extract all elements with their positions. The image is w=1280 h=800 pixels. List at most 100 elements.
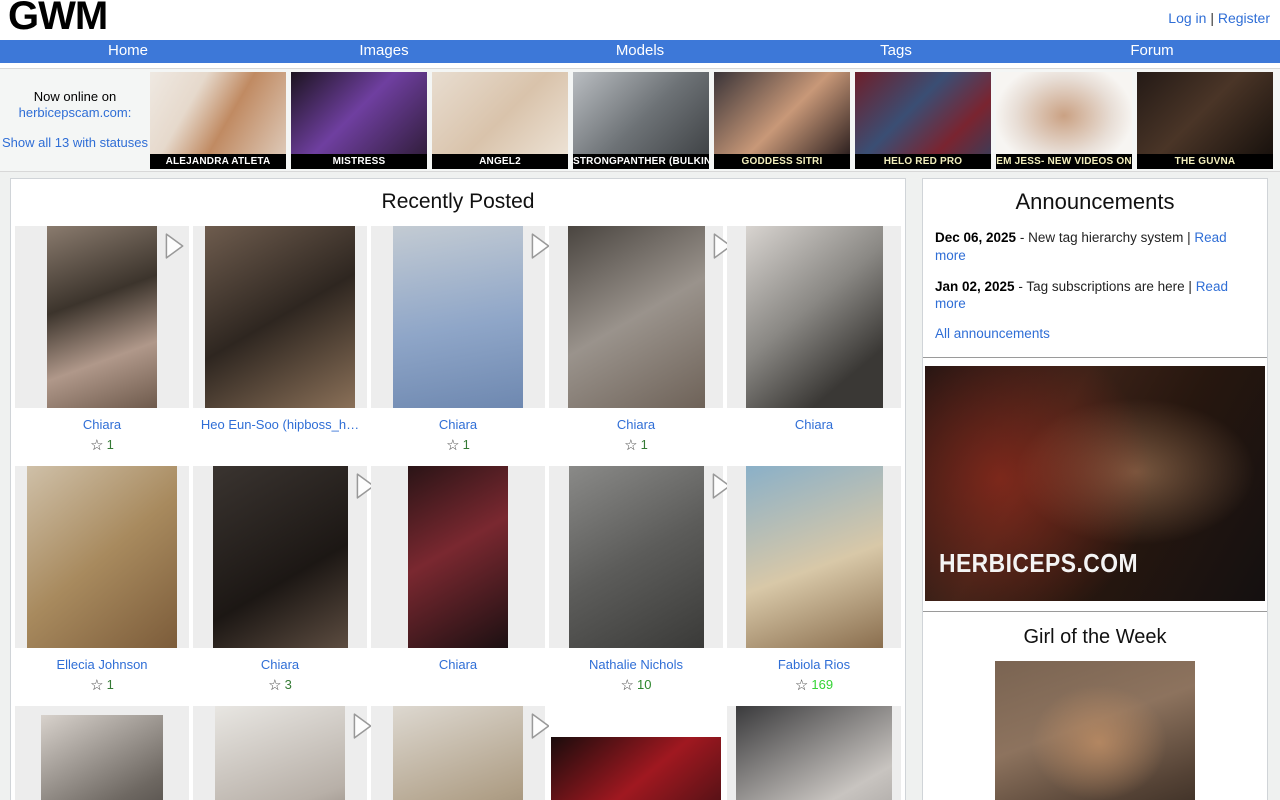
site-logo[interactable]: GWM bbox=[8, 0, 107, 39]
online-model-thumb[interactable]: GODDESS SITRI bbox=[714, 72, 850, 169]
post-card: Chiara ☆1 bbox=[547, 226, 725, 454]
online-model-thumb[interactable]: ALEJANDRA ATLETA bbox=[150, 72, 286, 169]
announcements-title: Announcements bbox=[923, 189, 1267, 215]
post-thumbnail[interactable] bbox=[549, 226, 723, 408]
star-icon: ☆ bbox=[268, 677, 281, 694]
post-thumbnail[interactable] bbox=[15, 226, 189, 408]
model-name-link[interactable]: Nathalie Nichols bbox=[547, 657, 725, 672]
post-image[interactable] bbox=[746, 466, 883, 648]
online-model-thumb[interactable]: EM JESS- NEW VIDEOS ON bbox=[996, 72, 1132, 169]
star-icon: ☆ bbox=[90, 437, 103, 454]
post-image[interactable] bbox=[393, 226, 523, 408]
post-thumbnail[interactable] bbox=[371, 706, 545, 800]
nav-images[interactable]: Images bbox=[256, 40, 512, 63]
post-card bbox=[369, 706, 547, 800]
post-thumbnail[interactable] bbox=[193, 226, 367, 408]
nav-forum[interactable]: Forum bbox=[1024, 40, 1280, 63]
post-thumbnail[interactable] bbox=[549, 706, 723, 800]
announcement-text: - Tag subscriptions are here | bbox=[1015, 279, 1196, 294]
star-rating[interactable]: ☆1 bbox=[13, 436, 191, 454]
nav-tags[interactable]: Tags bbox=[768, 40, 1024, 63]
post-image[interactable] bbox=[41, 715, 163, 800]
nav-models[interactable]: Models bbox=[512, 40, 768, 63]
post-image[interactable] bbox=[393, 706, 523, 800]
all-announcements-link[interactable]: All announcements bbox=[923, 326, 1267, 341]
post-thumbnail[interactable] bbox=[15, 706, 189, 800]
sidebar: Announcements Dec 06, 2025 - New tag hie… bbox=[922, 178, 1268, 800]
herbiceps-banner[interactable]: HERBICEPS.COM bbox=[925, 366, 1265, 601]
star-icon: ☆ bbox=[90, 677, 103, 694]
post-thumbnail[interactable] bbox=[549, 466, 723, 648]
auth-divider: | bbox=[1210, 10, 1214, 26]
star-rating[interactable]: ☆1 bbox=[369, 436, 547, 454]
star-count: 1 bbox=[463, 437, 470, 452]
star-count: 3 bbox=[285, 677, 292, 692]
post-image[interactable] bbox=[27, 466, 177, 648]
girl-of-the-week-title: Girl of the Week bbox=[923, 626, 1267, 649]
show-all-statuses-link[interactable]: Show all 13 with statuses bbox=[2, 135, 148, 150]
model-name-link[interactable]: Chiara bbox=[725, 417, 903, 432]
model-name-link[interactable]: Ellecia Johnson bbox=[13, 657, 191, 672]
post-image[interactable] bbox=[47, 226, 157, 408]
herbicepscam-link[interactable]: herbicepscam.com: bbox=[19, 105, 132, 120]
post-image[interactable] bbox=[746, 226, 883, 408]
post-image[interactable] bbox=[736, 706, 892, 800]
post-card: Ellecia Johnson ☆1 bbox=[13, 466, 191, 694]
online-model-name: EM JESS- NEW VIDEOS ON bbox=[996, 154, 1132, 169]
post-image[interactable] bbox=[408, 466, 508, 648]
post-thumbnail[interactable] bbox=[727, 226, 901, 408]
post-card: Chiara ☆1 bbox=[369, 226, 547, 454]
star-rating[interactable]: ☆10 bbox=[547, 676, 725, 694]
post-grid: Chiara ☆1 Heo Eun-Soo (hipboss_h… bbox=[11, 226, 905, 800]
site-header: GWM Log in | Register bbox=[0, 0, 1280, 40]
star-count: 169 bbox=[811, 677, 833, 692]
online-model-name: GODDESS SITRI bbox=[714, 154, 850, 169]
star-rating[interactable]: ☆169 bbox=[725, 676, 903, 694]
model-name-link[interactable]: Chiara bbox=[369, 657, 547, 672]
post-image[interactable] bbox=[568, 226, 705, 408]
recently-posted-title: Recently Posted bbox=[11, 190, 905, 214]
model-name-link[interactable]: Fabiola Rios bbox=[725, 657, 903, 672]
star-icon: ☆ bbox=[795, 677, 808, 694]
online-model-thumb[interactable]: HELO RED PRO bbox=[855, 72, 991, 169]
post-thumbnail[interactable] bbox=[371, 466, 545, 648]
post-thumbnail[interactable] bbox=[371, 226, 545, 408]
online-model-name: MISTRESS bbox=[291, 154, 427, 169]
recently-posted-panel: Recently Posted Chiara ☆1 bbox=[10, 178, 906, 800]
post-thumbnail[interactable] bbox=[727, 706, 901, 800]
model-name-link[interactable]: Chiara bbox=[191, 657, 369, 672]
star-count: 1 bbox=[107, 437, 114, 452]
post-thumbnail[interactable] bbox=[193, 706, 367, 800]
model-name-link[interactable]: Heo Eun-Soo (hipboss_h… bbox=[191, 417, 369, 432]
star-rating[interactable]: ☆3 bbox=[191, 676, 369, 694]
post-thumbnail[interactable] bbox=[727, 466, 901, 648]
online-model-thumb[interactable]: THE GUVNA bbox=[1137, 72, 1273, 169]
star-count: 1 bbox=[641, 437, 648, 452]
online-model-thumb[interactable]: STRONGPANTHER (BULKIN bbox=[573, 72, 709, 169]
model-name-link[interactable]: Chiara bbox=[13, 417, 191, 432]
online-model-thumb[interactable]: ANGEL2 bbox=[432, 72, 568, 169]
post-thumbnail[interactable] bbox=[15, 466, 189, 648]
divider bbox=[923, 357, 1267, 358]
post-image[interactable] bbox=[205, 226, 355, 408]
star-icon: ☆ bbox=[624, 437, 637, 454]
star-icon: ☆ bbox=[621, 677, 634, 694]
post-thumbnail[interactable] bbox=[193, 466, 367, 648]
post-image[interactable] bbox=[569, 466, 704, 648]
model-name-link[interactable]: Chiara bbox=[547, 417, 725, 432]
online-model-thumb[interactable]: MISTRESS bbox=[291, 72, 427, 169]
nav-home[interactable]: Home bbox=[0, 40, 256, 63]
announcement-item: Jan 02, 2025 - Tag subscriptions are her… bbox=[923, 278, 1267, 314]
model-name-link[interactable]: Chiara bbox=[369, 417, 547, 432]
post-card: Chiara bbox=[725, 226, 903, 454]
auth-links: Log in | Register bbox=[1168, 10, 1270, 26]
register-link[interactable]: Register bbox=[1218, 10, 1270, 26]
girl-of-the-week-image[interactable] bbox=[995, 661, 1195, 800]
post-image[interactable] bbox=[551, 737, 721, 800]
post-image[interactable] bbox=[213, 466, 348, 648]
star-rating[interactable]: ☆1 bbox=[13, 676, 191, 694]
login-link[interactable]: Log in bbox=[1168, 10, 1206, 26]
post-image[interactable] bbox=[215, 706, 345, 800]
post-card: Heo Eun-Soo (hipboss_h… bbox=[191, 226, 369, 454]
star-rating[interactable]: ☆1 bbox=[547, 436, 725, 454]
